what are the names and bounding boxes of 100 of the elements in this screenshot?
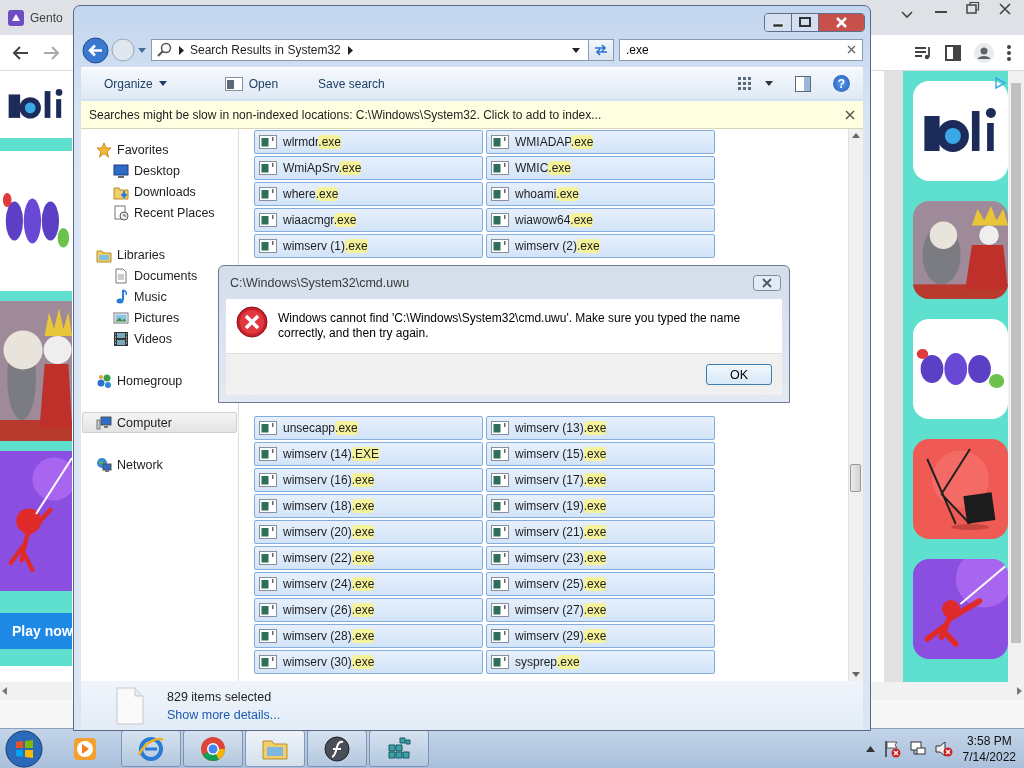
arrow-up-icon[interactable] (865, 745, 875, 752)
file-item[interactable]: WMIADAP.exe (486, 130, 715, 154)
scrollbar[interactable] (848, 129, 863, 681)
nav-item[interactable]: Libraries (82, 244, 170, 265)
nav-item[interactable]: Documents (82, 265, 203, 286)
file-item[interactable]: wimserv (27).exe (486, 598, 715, 622)
nav-item[interactable]: Homegroup (82, 370, 188, 391)
caret-icon[interactable] (572, 47, 580, 53)
file-item[interactable]: sysprep.exe (486, 650, 715, 674)
arrow-left-icon[interactable] (0, 686, 10, 696)
file-item[interactable]: wimserv (14).EXE (254, 442, 483, 466)
nav-item[interactable]: Network (82, 454, 168, 475)
file-item[interactable]: whoami.exe (486, 182, 715, 206)
file-item[interactable]: wiawow64.exe (486, 208, 715, 232)
search-field[interactable]: .exe (619, 39, 863, 61)
help-button[interactable]: ? (833, 75, 850, 92)
star-icon (96, 141, 112, 158)
start-button[interactable] (5, 729, 43, 768)
nav-item[interactable]: Computer (82, 412, 237, 433)
open-button[interactable]: Open (216, 73, 287, 94)
file-item[interactable]: wimserv (22).exe (254, 546, 483, 570)
circles-icon (96, 372, 112, 389)
address-bar[interactable]: Search Results in System32 (151, 39, 589, 61)
play-now-button[interactable]: Play now (0, 613, 72, 649)
file-item[interactable]: where.exe (254, 182, 483, 206)
arrow-right-icon[interactable] (1014, 686, 1024, 696)
file-item[interactable]: wimserv (17).exe (486, 468, 715, 492)
globe-icon (137, 734, 165, 763)
network-icon[interactable] (908, 739, 927, 758)
file-item[interactable]: WmiApSrv.exe (254, 156, 483, 180)
scrollbar-thumb[interactable] (850, 464, 861, 492)
file-item[interactable]: wimserv (29).exe (486, 624, 715, 648)
file-item[interactable]: wimserv (13).exe (486, 416, 715, 440)
file-item[interactable]: wimserv (24).exe (254, 572, 483, 596)
taskbar-button[interactable] (183, 730, 243, 767)
nav-item[interactable]: Favorites (82, 139, 174, 160)
nav-item[interactable]: Recent Places (82, 202, 220, 223)
file-item[interactable]: unsecapp.exe (254, 416, 483, 440)
file-item[interactable]: wimserv (26).exe (254, 598, 483, 622)
close-icon[interactable] (753, 274, 781, 291)
nav-item[interactable]: Desktop (82, 160, 185, 181)
file-item[interactable]: wimserv (23).exe (486, 546, 715, 570)
file-item[interactable]: WMIC.exe (486, 156, 715, 180)
file-item[interactable]: wimserv (18).exe (254, 494, 483, 518)
speaker-muted-icon[interactable] (934, 739, 953, 758)
back-icon[interactable] (12, 43, 30, 62)
preview-pane-icon[interactable] (795, 75, 811, 92)
nav-item[interactable]: Downloads (82, 181, 201, 202)
arrow-down-icon[interactable] (852, 672, 860, 677)
back-icon[interactable] (82, 36, 109, 64)
nav-item[interactable]: Videos (82, 328, 177, 349)
ok-button[interactable]: OK (706, 364, 772, 385)
chevron-right-icon[interactable] (346, 45, 353, 55)
nav-item[interactable]: Pictures (82, 307, 185, 328)
info-bar[interactable]: Searches might be slow in non-indexed locations: C:\Windows\System32. Click to add to index... (81, 101, 863, 129)
taskbar-button[interactable] (245, 730, 305, 767)
ad-info-icon[interactable] (994, 77, 1006, 89)
file-item[interactable]: wiaacmgr.exe (254, 208, 483, 232)
organize-menu[interactable]: Organize (96, 73, 175, 94)
view-grid-icon[interactable] (737, 75, 753, 92)
caret-icon[interactable] (765, 81, 773, 86)
file-item[interactable]: wimserv (21).exe (486, 520, 715, 544)
file-item[interactable]: wlrmdr.exe (254, 130, 483, 154)
program-icon (259, 654, 277, 670)
file-icon (116, 686, 144, 725)
close-icon[interactable] (845, 109, 855, 120)
close-icon[interactable] (818, 14, 864, 31)
save-search-button[interactable]: Save search (310, 73, 393, 94)
file-item[interactable]: wimserv (25).exe (486, 572, 715, 596)
chevron-right-icon[interactable] (178, 45, 184, 55)
maximize-icon[interactable] (791, 14, 818, 31)
taskbar-button[interactable] (121, 730, 181, 767)
file-item[interactable]: wimserv (16).exe (254, 468, 483, 492)
taskbar-button[interactable] (307, 730, 367, 767)
file-item[interactable]: wimserv (19).exe (486, 494, 715, 518)
arrow-up-icon[interactable] (852, 133, 860, 138)
show-more-details-link[interactable]: Show more details... (167, 707, 281, 722)
clear-icon[interactable] (847, 45, 856, 54)
browser-tab[interactable]: Gento (0, 0, 63, 35)
refresh-button[interactable] (589, 39, 614, 61)
file-item[interactable]: wimserv (30).exe (254, 650, 483, 674)
taskbar-button[interactable] (369, 730, 429, 767)
menu-icon[interactable] (1006, 43, 1012, 62)
scrollbar[interactable] (0, 682, 72, 700)
scrollbar[interactable] (1008, 71, 1024, 682)
flag-icon[interactable] (882, 739, 901, 758)
side-panel-icon[interactable] (944, 43, 962, 62)
file-item[interactable]: wimserv (20).exe (254, 520, 483, 544)
file-item[interactable]: wimserv (2).exe (486, 234, 715, 258)
profile-icon[interactable] (974, 42, 994, 63)
file-item[interactable]: wimserv (1).exe (254, 234, 483, 258)
program-icon (491, 446, 509, 462)
file-item[interactable]: wimserv (28).exe (254, 624, 483, 648)
clock[interactable]: 3:58 PM 7/14/2022 (962, 732, 1016, 765)
minimize-icon[interactable] (765, 14, 791, 31)
scrollbar[interactable] (870, 682, 1024, 700)
file-item[interactable]: wimserv (15).exe (486, 442, 715, 466)
program-icon (491, 654, 509, 670)
nav-item[interactable]: Music (82, 286, 172, 307)
chevron-down-icon[interactable] (900, 10, 914, 20)
